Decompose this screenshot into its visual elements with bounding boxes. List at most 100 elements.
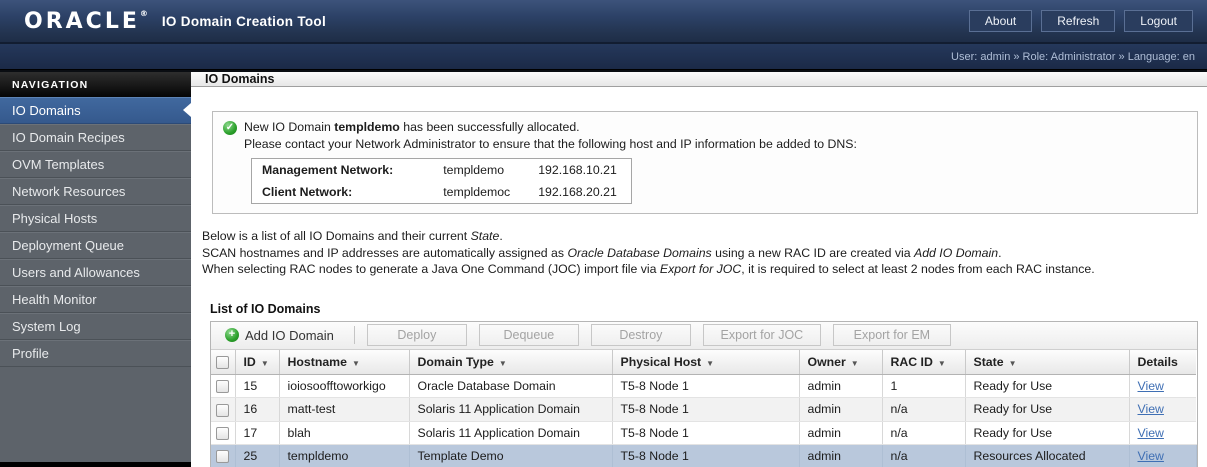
- grid-toolbar: + Add IO Domain Deploy Dequeue Destroy E…: [211, 321, 1197, 350]
- intro-line-1: Below is a list of all IO Domains and th…: [202, 229, 503, 243]
- cell-rac-id: 1: [882, 374, 966, 399]
- alert-line2: Please contact your Network Administrato…: [244, 137, 857, 151]
- table-header-row: ID ▼ Hostname ▼ Domain Type ▼ Physical Host…: [211, 349, 1196, 375]
- cell-physical-host: T5-8 Node 1: [612, 374, 800, 399]
- content-area: ✓ New IO Domain templdemo has been succe…: [191, 87, 1207, 467]
- cell-id: 16: [235, 397, 280, 422]
- view-details-link[interactable]: View: [1138, 449, 1164, 463]
- sidebar-item-users-and-allowances[interactable]: Users and Allowances: [0, 259, 191, 286]
- sort-arrow-icon: ▼: [498, 358, 507, 368]
- network-ip: 192.168.20.21: [538, 185, 617, 199]
- intro-line-3: When selecting RAC nodes to generate a J…: [202, 262, 1095, 276]
- add-plus-icon: +: [225, 328, 239, 342]
- select-all-checkbox[interactable]: [216, 355, 230, 369]
- sidebar-item-deployment-queue[interactable]: Deployment Queue: [0, 232, 191, 259]
- about-button[interactable]: About: [968, 10, 1033, 32]
- sidebar-item-network-resources[interactable]: Network Resources: [0, 178, 191, 205]
- sort-arrow-icon: ▼: [850, 358, 859, 368]
- sidebar: NAVIGATION IO Domains IO Domain Recipes …: [0, 72, 191, 467]
- view-details-link[interactable]: View: [1138, 402, 1164, 416]
- column-header-state[interactable]: State ▼: [965, 349, 1130, 375]
- add-io-domain-button[interactable]: + Add IO Domain: [219, 328, 340, 343]
- row-checkbox[interactable]: [216, 450, 230, 463]
- table-row: 16 matt-test Solaris 11 Application Doma…: [211, 397, 1196, 422]
- table-row: Client Network: templdemoc 192.168.20.21: [252, 181, 632, 204]
- row-checkbox[interactable]: [216, 403, 230, 417]
- cell-id: 25: [235, 444, 280, 467]
- cell-state: Ready for Use: [965, 397, 1130, 422]
- cell-owner: admin: [799, 421, 883, 445]
- network-hostname: templdemoc: [443, 185, 511, 199]
- cell-domain-type: Template Demo: [409, 444, 613, 467]
- sort-arrow-icon: ▼: [706, 358, 715, 368]
- select-all-header: [211, 349, 236, 375]
- dequeue-button[interactable]: Dequeue: [478, 324, 579, 346]
- cell-hostname: templdemo: [279, 444, 410, 467]
- cell-rac-id: n/a: [882, 444, 966, 467]
- sidebar-item-system-log[interactable]: System Log: [0, 313, 191, 340]
- row-checkbox[interactable]: [216, 426, 230, 440]
- column-header-rac-id[interactable]: RAC ID ▼: [882, 349, 966, 375]
- cell-owner: admin: [799, 444, 883, 467]
- cell-id: 15: [235, 374, 280, 399]
- sidebar-item-io-domain-recipes[interactable]: IO Domain Recipes: [0, 124, 191, 151]
- logout-button[interactable]: Logout: [1124, 10, 1193, 32]
- view-details-link[interactable]: View: [1138, 426, 1164, 440]
- refresh-button[interactable]: Refresh: [1041, 10, 1116, 32]
- sort-arrow-icon: ▼: [351, 358, 360, 368]
- page-title: IO Domains: [205, 72, 275, 86]
- io-domains-grid: + Add IO Domain Deploy Dequeue Destroy E…: [210, 320, 1198, 467]
- main-panel: IO Domains ✓ New IO Domain templdemo has…: [191, 72, 1207, 467]
- cell-hostname: ioiosoofftoworkigo: [279, 374, 410, 399]
- alert-line1: New IO Domain templdemo has been success…: [244, 120, 580, 134]
- cell-physical-host: T5-8 Node 1: [612, 444, 800, 467]
- column-header-owner[interactable]: Owner ▼: [799, 349, 883, 375]
- intro-paragraphs: Below is a list of all IO Domains and th…: [202, 228, 1198, 278]
- network-hostname: templdemo: [443, 163, 505, 177]
- deploy-button[interactable]: Deploy: [366, 324, 467, 346]
- selected-arrow-icon: [183, 103, 191, 117]
- sidebar-item-ovm-templates[interactable]: OVM Templates: [0, 151, 191, 178]
- network-label: Client Network:: [262, 185, 353, 199]
- sidebar-item-io-domains[interactable]: IO Domains: [0, 97, 191, 124]
- cell-rac-id: n/a: [882, 397, 966, 422]
- view-details-link[interactable]: View: [1138, 379, 1164, 393]
- sidebar-item-physical-hosts[interactable]: Physical Hosts: [0, 205, 191, 232]
- sort-arrow-icon: ▼: [1008, 358, 1017, 368]
- row-checkbox[interactable]: [216, 380, 230, 394]
- column-header-domain-type[interactable]: Domain Type ▼: [409, 349, 613, 375]
- cell-id: 17: [235, 421, 280, 445]
- cell-state: Ready for Use: [965, 374, 1130, 399]
- cell-domain-type: Oracle Database Domain: [409, 374, 613, 399]
- top-header: ORACLE® IO Domain Creation Tool About Re…: [0, 0, 1207, 44]
- cell-owner: admin: [799, 374, 883, 399]
- sidebar-item-health-monitor[interactable]: Health Monitor: [0, 286, 191, 313]
- header-actions: About Refresh Logout: [968, 10, 1197, 32]
- sidebar-item-profile[interactable]: Profile: [0, 340, 191, 367]
- sort-arrow-icon: ▼: [937, 358, 946, 368]
- column-header-details: Details: [1129, 349, 1196, 375]
- column-header-id[interactable]: ID ▼: [235, 349, 280, 375]
- column-header-physical-host[interactable]: Physical Host ▼: [612, 349, 800, 375]
- user-info-bar: User: admin » Role: Administrator » Lang…: [0, 44, 1207, 70]
- table-row-selected: 25 templdemo Template Demo T5-8 Node 1 a…: [211, 444, 1197, 467]
- destroy-button[interactable]: Destroy: [590, 324, 691, 346]
- cell-hostname: blah: [279, 421, 410, 445]
- table-row: 17 blah Solaris 11 Application Domain T5…: [211, 421, 1196, 445]
- network-label: Management Network:: [262, 163, 394, 177]
- export-for-em-button[interactable]: Export for EM: [832, 324, 951, 346]
- export-for-joc-button[interactable]: Export for JOC: [702, 324, 821, 346]
- cell-domain-type: Solaris 11 Application Domain: [409, 421, 613, 445]
- column-header-hostname[interactable]: Hostname ▼: [279, 349, 410, 375]
- sort-arrow-icon: ▼: [260, 358, 269, 368]
- oracle-logo: ORACLE®: [24, 8, 148, 34]
- success-message-box: ✓ New IO Domain templdemo has been succe…: [212, 111, 1198, 214]
- app-title: IO Domain Creation Tool: [161, 13, 327, 29]
- sidebar-title: NAVIGATION: [0, 72, 191, 97]
- io-domains-table: ID ▼ Hostname ▼ Domain Type ▼ Physical Host…: [211, 349, 1197, 467]
- cell-owner: admin: [799, 397, 883, 422]
- list-heading: List of IO Domains: [210, 301, 321, 316]
- cell-physical-host: T5-8 Node 1: [612, 421, 800, 445]
- toolbar-separator: [353, 326, 355, 344]
- cell-domain-type: Solaris 11 Application Domain: [409, 397, 613, 422]
